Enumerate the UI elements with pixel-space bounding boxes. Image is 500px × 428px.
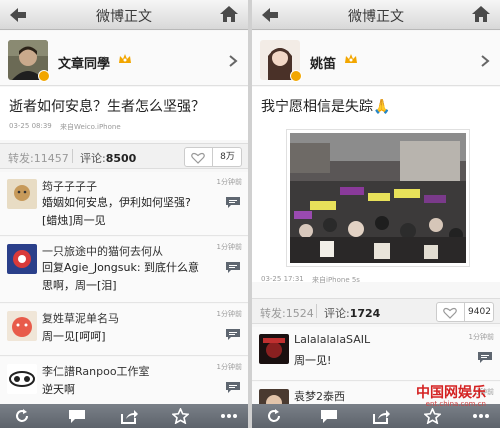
comment-item[interactable]: 复姓草泥单名马 周一见[呵呵] 1分钟前: [0, 304, 248, 356]
comment-label: 评论:: [324, 307, 350, 320]
comment-item[interactable]: 一只旅途中的猫何去何从 回复Agie_Jongsuk: 到底什么意 思啊，周一[…: [0, 237, 248, 303]
author-row[interactable]: 姚笛: [252, 31, 500, 86]
post-source: 来自Weico.iPhone: [60, 123, 121, 131]
comment-time: 1分钟前: [216, 363, 242, 371]
nav-bar: 微博正文: [252, 0, 500, 30]
home-icon[interactable]: [471, 5, 491, 23]
comment-bubble-icon[interactable]: [225, 261, 241, 274]
stats-divider: [72, 149, 73, 163]
chevron-right-icon[interactable]: [480, 55, 490, 67]
comment-time: 1分钟前: [468, 333, 494, 341]
commenter-name[interactable]: 一只旅途中的猫何去何从: [42, 243, 163, 259]
like-button[interactable]: 8万: [184, 147, 242, 167]
commenter-avatar[interactable]: [7, 364, 37, 394]
right-weibo-screen: 微博正文 姚笛 我宁愿相信是失踪🙏 03-25 17:31 来自iPhone 5…: [252, 0, 500, 428]
chevron-right-icon[interactable]: [228, 55, 238, 67]
comment-label: 评论:: [80, 152, 106, 165]
home-icon[interactable]: [219, 5, 239, 23]
commenter-avatar[interactable]: [7, 179, 37, 209]
post-text: 逝者如何安息？生者怎么坚强？: [9, 99, 205, 115]
more-icon[interactable]: [220, 408, 238, 424]
commenter-avatar[interactable]: [7, 311, 37, 341]
watermark-logo: 中国网娱乐: [416, 385, 486, 401]
author-name[interactable]: 姚笛: [310, 53, 336, 72]
comment-item[interactable]: LalalalalaSAIL 周一见! 1分钟前: [252, 327, 500, 381]
repost-count[interactable]: 转发:11457: [8, 150, 69, 166]
comment-time: 1分钟前: [216, 310, 242, 318]
comment-bubble-icon[interactable]: [225, 381, 241, 394]
repost-count[interactable]: 转发:1524: [260, 305, 314, 321]
watermark-url: ent.china.com.cn: [425, 400, 486, 408]
like-button[interactable]: 9402: [436, 302, 494, 322]
comment-item[interactable]: 筠子子子子 婚姻如何安息，伊利如何坚强? [蜡烛]周一见 1分钟前: [0, 172, 248, 236]
stats-bar: 转发:11457 评论:8500 8万: [0, 143, 248, 169]
verified-badge: [290, 70, 302, 82]
bottom-toolbar: [0, 404, 248, 428]
comment-time: 1分钟前: [216, 243, 242, 251]
commenter-name[interactable]: 筠子子子子: [42, 178, 97, 194]
comment-line: 周一见[呵呵]: [42, 330, 106, 343]
comment-time: 1分钟前: [216, 178, 242, 186]
share-icon[interactable]: [120, 408, 138, 424]
commenter-name[interactable]: 袁梦2泰西: [294, 388, 345, 404]
share-icon[interactable]: [372, 408, 390, 424]
nav-bar: 微博正文: [0, 0, 248, 30]
comment-count[interactable]: 评论:1724: [324, 305, 380, 321]
comment-icon[interactable]: [68, 408, 86, 424]
left-weibo-screen: 微博正文 文章同學 逝者如何安息？生者怎么坚强？ 03-25 08:39 来自W…: [0, 0, 248, 428]
author-name[interactable]: 文章同學: [58, 53, 110, 72]
more-icon[interactable]: [472, 408, 490, 424]
crown-icon: [119, 54, 131, 63]
comment-number: 8500: [105, 152, 137, 165]
comment-line: 婚姻如何安息，伊利如何坚强?: [42, 196, 191, 209]
stats-divider: [316, 304, 317, 318]
comment-number: 1724: [349, 307, 381, 320]
heart-icon: [443, 307, 457, 319]
like-count: 8万: [212, 148, 242, 166]
commenter-name[interactable]: LalalalalaSAIL: [294, 333, 370, 346]
post-text: 我宁愿相信是失踪🙏: [261, 99, 391, 115]
post-source: 来自iPhone 5s: [312, 276, 360, 284]
comment-line: 周一见!: [294, 354, 332, 367]
comment-bubble-icon[interactable]: [225, 328, 241, 341]
nav-title: 微博正文: [348, 9, 404, 25]
crown-icon: [345, 54, 357, 63]
comment-line: [蜡烛]周一见: [42, 214, 106, 227]
comment-bubble-icon[interactable]: [477, 351, 493, 364]
refresh-icon[interactable]: [14, 408, 30, 424]
verified-badge: [38, 70, 50, 82]
comment-item[interactable]: 李仁譜Ranpoo工作室 逆天啊 1分钟前: [0, 357, 248, 407]
screenshot-stage: 微博正文 文章同學 逝者如何安息？生者怎么坚强？ 03-25 08:39 来自W…: [0, 0, 500, 428]
comment-line: 思啊，周一[泪]: [42, 279, 117, 292]
comment-count[interactable]: 评论:8500: [80, 150, 136, 166]
like-count: 9402: [464, 303, 494, 321]
post-time: 03-25 17:31: [261, 275, 304, 283]
refresh-icon[interactable]: [266, 408, 282, 424]
post-time: 03-25 08:39: [9, 122, 52, 130]
commenter-name[interactable]: 复姓草泥单名马: [42, 310, 119, 326]
author-row[interactable]: 文章同學: [0, 31, 248, 86]
comment-line: 回复Agie_Jongsuk: 到底什么意: [42, 261, 200, 274]
comment-icon[interactable]: [320, 408, 338, 424]
post-photo[interactable]: [286, 129, 470, 267]
stats-bar: 转发:1524 评论:1724 9402: [252, 298, 500, 324]
commenter-avatar[interactable]: [259, 334, 289, 364]
nav-title: 微博正文: [96, 9, 152, 25]
star-icon[interactable]: [424, 408, 441, 424]
star-icon[interactable]: [172, 408, 189, 424]
comment-bubble-icon[interactable]: [225, 196, 241, 209]
commenter-avatar[interactable]: [7, 244, 37, 274]
commenter-name[interactable]: 李仁譜Ranpoo工作室: [42, 363, 150, 379]
press-crowd-image: [290, 133, 466, 263]
heart-icon: [191, 152, 205, 164]
comment-line: 逆天啊: [42, 383, 75, 396]
